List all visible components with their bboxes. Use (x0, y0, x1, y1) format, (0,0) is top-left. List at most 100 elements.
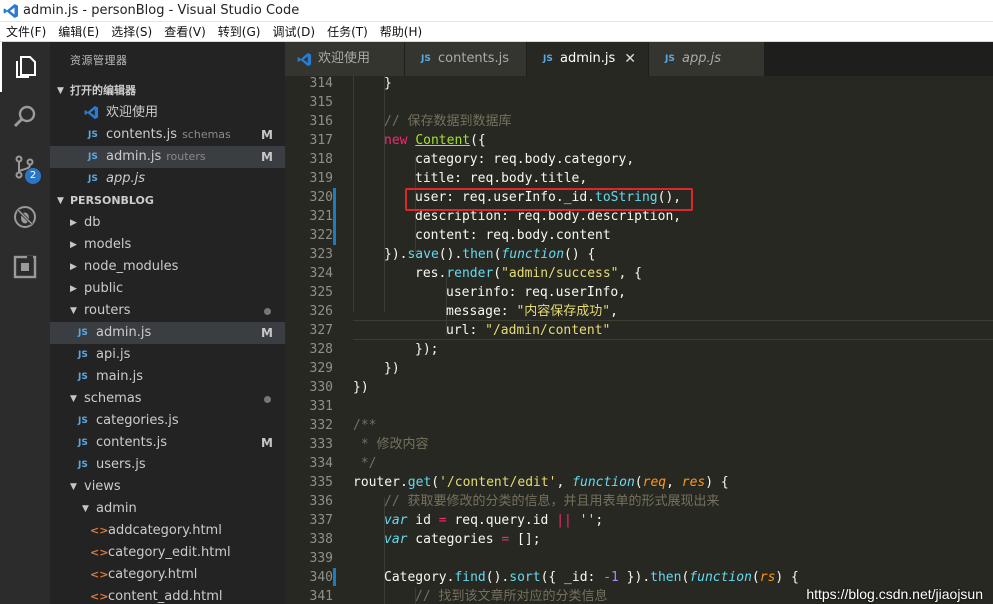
code-token: // 保存数据到数据库 (384, 114, 512, 129)
scm-count-badge: 2 (25, 168, 41, 184)
menu-help[interactable]: 帮助(H) (374, 23, 428, 40)
tab-label: contents.js (438, 51, 510, 66)
code-token: }) (384, 361, 400, 376)
tree-file[interactable]: JS users.js (50, 454, 285, 476)
tree-label: admin (96, 501, 137, 516)
code-token: category: req.body.category, (415, 152, 635, 167)
code-token: ( (751, 570, 760, 585)
code-token: res (681, 475, 706, 490)
tab-label: app.js (682, 51, 721, 66)
open-editor-item[interactable]: JS admin.js routers M (50, 146, 285, 168)
modified-dot (264, 308, 271, 315)
menu-tasks[interactable]: 任务(T) (321, 23, 374, 40)
title-bar: admin.js - personBlog - Visual Studio Co… (0, 0, 993, 22)
code-token: || (556, 513, 572, 528)
code-token: router. (353, 475, 408, 490)
tree-label: schemas (84, 391, 142, 406)
tab-admin-js[interactable]: JS admin.js ✕ (527, 42, 649, 76)
tree-folder[interactable]: ▶ node_modules (50, 256, 285, 278)
chevron-down-icon: ▼ (57, 196, 64, 206)
chevron-right-icon: ▶ (70, 284, 77, 294)
open-editor-label: contents.js (106, 127, 178, 142)
code-token: find (454, 570, 486, 585)
tab-app-js[interactable]: JS app.js (649, 42, 765, 76)
extensions-button[interactable] (0, 242, 50, 292)
line-number: 325 (309, 285, 333, 300)
debug-button[interactable] (0, 192, 50, 242)
close-icon[interactable]: ✕ (624, 42, 636, 76)
menu-file[interactable]: 文件(F) (0, 23, 52, 40)
line-number: 322 (309, 228, 333, 243)
tree-file[interactable]: <> category_edit.html (50, 542, 285, 564)
project-header[interactable]: ▼ PERSONBLOG (50, 190, 285, 212)
code-token: ) { (775, 570, 799, 585)
code-token: Category. (384, 570, 455, 585)
menu-edit[interactable]: 编辑(E) (52, 23, 105, 40)
highlight-annotation-box (405, 188, 693, 211)
line-number: 324 (309, 266, 333, 281)
code-editor[interactable]: 314 315 316 317 318 319 320 321 322 323 … (285, 76, 993, 604)
menu-debug[interactable]: 调试(D) (266, 23, 321, 40)
code-token: userinfo: req.userInfo, (446, 285, 627, 300)
open-editor-item[interactable]: JS contents.js schemas M (50, 124, 285, 146)
menu-goto[interactable]: 转到(G) (212, 23, 267, 40)
tree-folder[interactable]: ▼ routers (50, 300, 285, 322)
menu-selection[interactable]: 选择(S) (105, 23, 158, 40)
code-token: var (384, 513, 408, 528)
js-file-icon: JS (78, 328, 88, 338)
open-editor-folder: routers (166, 150, 206, 163)
line-number: 326 (309, 304, 333, 319)
code-token: , (666, 475, 682, 490)
js-file-icon: JS (665, 54, 675, 64)
open-editors-header[interactable]: ▼ 打开的编辑器 (50, 80, 285, 102)
tab-label: admin.js (560, 51, 616, 66)
open-editor-label: 欢迎使用 (106, 105, 159, 120)
code-token: req (642, 475, 667, 490)
tree-folder[interactable]: ▼ admin (50, 498, 285, 520)
modified-badge: M (261, 150, 273, 164)
line-number: 319 (309, 171, 333, 186)
open-editor-item[interactable]: 欢迎使用 (50, 102, 285, 124)
tree-file[interactable]: <> category.html (50, 564, 285, 586)
tree-folder[interactable]: ▼ schemas (50, 388, 285, 410)
tree-file[interactable]: JS api.js (50, 344, 285, 366)
line-number: 336 (309, 494, 333, 509)
code-line: url: "/admin/content" (353, 321, 610, 340)
tree-file[interactable]: <> content_add.html (50, 586, 285, 604)
html-file-icon: <> (90, 568, 109, 581)
line-number: 330 (309, 380, 333, 395)
tree-label: categories.js (96, 413, 179, 428)
tree-folder[interactable]: ▶ public (50, 278, 285, 300)
menu-view[interactable]: 查看(V) (158, 23, 212, 40)
tree-file[interactable]: JS main.js (50, 366, 285, 388)
tab-contents-js[interactable]: JS contents.js (405, 42, 527, 76)
git-modified-marker (333, 188, 336, 245)
js-file-icon: JS (78, 350, 88, 360)
code-token: sort (509, 570, 541, 585)
tree-file[interactable]: JS categories.js (50, 410, 285, 432)
tree-file[interactable]: JS contents.js M (50, 432, 285, 454)
explorer-button[interactable] (0, 42, 50, 92)
tree-folder[interactable]: ▶ db (50, 212, 285, 234)
tree-folder[interactable]: ▶ models (50, 234, 285, 256)
js-file-icon: JS (88, 174, 98, 184)
line-number: 320 (309, 190, 333, 205)
source-control-button[interactable]: 2 (0, 142, 50, 192)
search-button[interactable] (0, 92, 50, 142)
tree-file[interactable]: <> addcategory.html (50, 520, 285, 542)
tab-welcome[interactable]: 欢迎使用 (285, 42, 405, 76)
open-editor-item[interactable]: JS app.js (50, 168, 285, 190)
project-label: PERSONBLOG (70, 194, 154, 207)
line-number: 314 (309, 76, 333, 91)
modified-badge: M (261, 128, 273, 142)
line-number: 332 (309, 418, 333, 433)
tree-label: admin.js (96, 325, 152, 340)
line-number: 328 (309, 342, 333, 357)
tree-folder[interactable]: ▼ views (50, 476, 285, 498)
activity-bar: 2 (0, 42, 50, 604)
explorer-sidebar: 资源管理器 ▼ 打开的编辑器 欢迎使用 JS contents.js schema… (50, 42, 285, 604)
search-icon (13, 105, 36, 128)
tree-file[interactable]: JS admin.js M (50, 322, 285, 344)
menu-bar: 文件(F) 编辑(E) 选择(S) 查看(V) 转到(G) 调试(D) 任务(T… (0, 22, 993, 42)
tree-label: category_edit.html (108, 545, 231, 560)
